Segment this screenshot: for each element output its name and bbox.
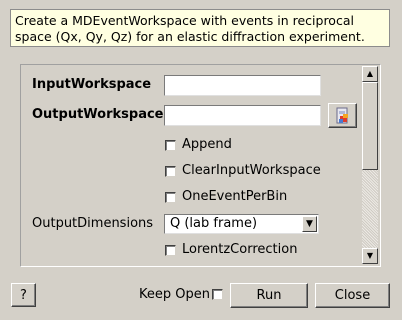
algorithm-description: Create a MDEventWorkspace with events in…: [10, 9, 390, 47]
run-button[interactable]: Run: [230, 283, 308, 308]
workspace-browse-button[interactable]: [328, 103, 357, 128]
one-event-per-bin-checkbox[interactable]: [165, 192, 176, 203]
run-button-label: Run: [256, 288, 282, 303]
one-event-per-bin-label: OneEventPerBin: [182, 189, 288, 204]
output-dimensions-value: Q (lab frame): [170, 216, 258, 231]
input-workspace-label: InputWorkspace: [32, 77, 152, 92]
input-workspace-field[interactable]: [164, 75, 321, 96]
help-button-label: ?: [20, 287, 27, 303]
output-workspace-label: OutputWorkspace: [32, 107, 164, 122]
workspace-browse-icon: [336, 107, 348, 123]
append-checkbox[interactable]: [165, 140, 176, 151]
lorentz-correction-label: LorentzCorrection: [182, 242, 298, 257]
close-button-label: Close: [334, 288, 371, 303]
output-workspace-field[interactable]: [164, 105, 321, 126]
clear-input-workspace-label: ClearInputWorkspace: [182, 163, 321, 178]
keep-open-label: Keep Open: [139, 287, 210, 302]
chevron-down-icon[interactable]: ▼: [302, 216, 317, 232]
close-button[interactable]: Close: [315, 283, 390, 308]
clear-input-workspace-checkbox[interactable]: [165, 166, 176, 177]
scroll-up-arrow-icon[interactable]: ▲: [362, 66, 378, 82]
output-dimensions-label: OutputDimensions: [32, 216, 154, 231]
lorentz-correction-checkbox[interactable]: [165, 245, 176, 256]
append-label: Append: [182, 137, 232, 152]
output-dimensions-select[interactable]: Q (lab frame) ▼: [164, 214, 319, 234]
help-button[interactable]: ?: [11, 283, 36, 307]
properties-scrollbar[interactable]: ▲ ▼: [362, 66, 378, 264]
scroll-down-arrow-icon[interactable]: ▼: [362, 248, 378, 264]
keep-open-checkbox[interactable]: [212, 289, 223, 300]
scrollbar-thumb[interactable]: [362, 82, 378, 170]
